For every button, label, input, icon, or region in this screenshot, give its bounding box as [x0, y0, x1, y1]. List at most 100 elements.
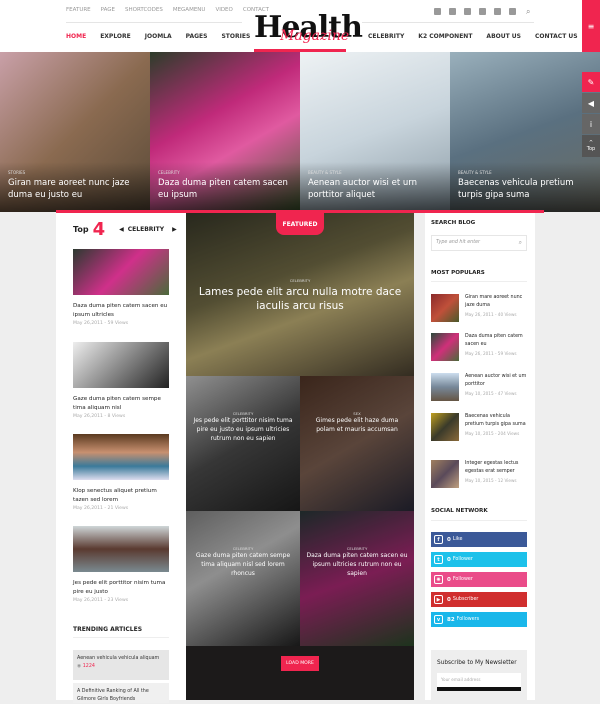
- social-twitter[interactable]: t 0 Follower: [431, 552, 527, 567]
- nav-about-us[interactable]: ABOUT US: [486, 33, 521, 40]
- load-more-button[interactable]: LOAD MORE: [281, 656, 319, 671]
- article-title[interactable]: Daza duma piten catem sacen eu ipsum ult…: [73, 302, 169, 319]
- nav-celebrity[interactable]: CELEBRITY: [368, 33, 404, 40]
- social-youtube[interactable]: ▶ 0 Subscriber: [431, 592, 527, 607]
- info-icon[interactable]: i: [582, 114, 600, 134]
- popular-title[interactable]: Baecenas vehicula pretium turpis gipa su…: [465, 413, 527, 429]
- hero-title[interactable]: Giran mare aoreet nunc jaze duma eu just…: [8, 177, 146, 201]
- thumbnail[interactable]: [431, 413, 459, 441]
- caret-left-icon[interactable]: ◀: [119, 226, 124, 233]
- featured-section: CELEBRITY Lames pede elit arcu nulla mot…: [186, 213, 414, 700]
- tile-title[interactable]: Jes pede elit porttitor nisim tuma pire …: [192, 416, 294, 443]
- tile-title[interactable]: Daza duma piten catem sacen eu ipsum ult…: [306, 551, 408, 578]
- email-input[interactable]: Your email address: [437, 673, 521, 687]
- youtube-icon[interactable]: [464, 8, 471, 15]
- nav-contact-us[interactable]: CONTACT US: [535, 33, 578, 40]
- nav-stories[interactable]: STORIES: [221, 33, 250, 40]
- top-nav-megamenu[interactable]: MEGAMENU: [173, 7, 206, 13]
- hero-slide[interactable]: BEAUTY & STYLE Baecenas vehicula pretium…: [450, 52, 600, 212]
- hero-slide[interactable]: STORIES Giran mare aoreet nunc jaze duma…: [0, 52, 150, 212]
- subscribe-button[interactable]: [437, 687, 521, 691]
- trending-item[interactable]: A Definitive Ranking of All the Gilmore …: [73, 683, 169, 703]
- article-title[interactable]: Klop senectus aliquet pretium tazen sed …: [73, 487, 169, 504]
- article-image[interactable]: [73, 249, 169, 295]
- thumbnail[interactable]: [431, 333, 459, 361]
- divider: [362, 22, 534, 23]
- popular-title[interactable]: Giran mare aoreet nunc jaze duma: [465, 294, 527, 310]
- popular-title[interactable]: Daza duma piten catem sacen eu: [465, 333, 527, 349]
- trending-item[interactable]: Aenean vehicula vehicula aliquam ◉ 1224: [73, 650, 169, 680]
- hero-title[interactable]: Baecenas vehicula pretium turpis gipa su…: [458, 177, 596, 201]
- caret-right-icon[interactable]: ▶: [172, 226, 177, 233]
- top-nav: FEATURE PAGE SHORTCODES MEGAMENU VIDEO C…: [66, 7, 269, 13]
- article-image[interactable]: [73, 342, 169, 388]
- trending-heading: TRENDING ARTICLES: [73, 626, 143, 633]
- dribbble-icon: ✺: [434, 575, 443, 584]
- back-to-top-button[interactable]: ^ Top: [582, 135, 600, 157]
- search-icon[interactable]: ⌕: [519, 239, 522, 247]
- top-nav-feature[interactable]: FEATURE: [66, 7, 91, 13]
- popular-item[interactable]: Giran mare aoreet nunc jaze duma May 26, …: [431, 294, 527, 322]
- top-nav-video[interactable]: VIDEO: [215, 7, 232, 13]
- list-item[interactable]: Gaze duma piten catem sempe tima aliquam…: [73, 342, 169, 419]
- popular-item[interactable]: Integer egestas lectus egestas erat semp…: [431, 460, 527, 488]
- trending-views: 1224: [82, 664, 95, 669]
- google-plus-icon[interactable]: [479, 8, 486, 15]
- wrench-icon[interactable]: ✎: [582, 72, 600, 92]
- top-nav-shortcodes[interactable]: SHORTCODES: [125, 7, 163, 13]
- featured-tile[interactable]: CELEBRITY Daza duma piten catem sacen eu …: [300, 511, 414, 646]
- nav-k2-component[interactable]: K2 COMPONENT: [418, 33, 472, 40]
- facebook-icon[interactable]: [434, 8, 441, 15]
- hero-slide[interactable]: BEAUTY & STYLE Aenean auctor wisi et urn…: [300, 52, 450, 212]
- megaphone-icon[interactable]: ◀: [582, 93, 600, 113]
- list-item[interactable]: Daza duma piten catem sacen eu ipsum ult…: [73, 249, 169, 326]
- article-title[interactable]: Gaze duma piten catem sempe tima aliquam…: [73, 395, 169, 412]
- hero-title[interactable]: Daza duma piten catem sacen eu ipsum: [158, 177, 296, 201]
- hero-slide[interactable]: CELEBRITY Daza duma piten catem sacen eu…: [150, 52, 300, 212]
- divider: [66, 22, 242, 23]
- trending-title[interactable]: Aenean vehicula vehicula aliquam: [77, 655, 165, 663]
- popular-title[interactable]: Integer egestas lectus egestas erat semp…: [465, 460, 527, 476]
- popular-item[interactable]: Daza duma piten catem sacen eu May 26, 20…: [431, 333, 527, 361]
- featured-tile[interactable]: SEX Gimes pede elit haze duma polam et ma…: [300, 376, 414, 511]
- featured-main[interactable]: CELEBRITY Lames pede elit arcu nulla mot…: [186, 213, 414, 376]
- tile-title[interactable]: Gaze duma piten catem sempe tima aliquam…: [192, 551, 294, 578]
- nav-home[interactable]: HOME: [66, 33, 86, 40]
- popular-item[interactable]: Aenean auctor wisi et um porttitor May 10…: [431, 373, 527, 401]
- nav-joomla[interactable]: JOOMLA: [145, 33, 172, 40]
- newsletter-heading: Subscribe to My Newsletter: [437, 660, 517, 666]
- tile-title[interactable]: Gimes pede elit haze duma polam et mauri…: [306, 416, 408, 434]
- article-meta: May 26,2011 - 8 Views: [73, 414, 126, 419]
- social-facebook[interactable]: f 0 Like: [431, 532, 527, 547]
- featured-tile[interactable]: CELEBRITY Jes pede elit porttitor nisim t…: [186, 376, 300, 511]
- article-title[interactable]: Jes pede elit porttitor nisim tuma pire …: [73, 579, 169, 596]
- featured-tile[interactable]: CELEBRITY Gaze duma piten catem sempe tim…: [186, 511, 300, 646]
- twitter-icon[interactable]: [449, 8, 456, 15]
- social-count: 0: [447, 576, 451, 583]
- search-input[interactable]: Type and hit enter ⌕: [431, 235, 527, 251]
- nav-explore[interactable]: EXPLORE: [100, 33, 131, 40]
- thumbnail[interactable]: [431, 294, 459, 322]
- trending-title[interactable]: A Definitive Ranking of All the Gilmore …: [77, 688, 165, 704]
- instagram-icon[interactable]: [494, 8, 501, 15]
- article-meta: May 26,2011 - 21 Views: [73, 506, 129, 511]
- popular-title[interactable]: Aenean auctor wisi et um porttitor: [465, 373, 527, 389]
- top4-column: Top 4 ◀ CELEBRITY ▶ Daza duma piten cate…: [56, 213, 186, 703]
- list-item[interactable]: Klop senectus aliquet pretium tazen sed …: [73, 434, 169, 511]
- thumbnail[interactable]: [431, 373, 459, 401]
- thumbnail[interactable]: [431, 460, 459, 488]
- list-item[interactable]: Jes pede elit porttitor nisim tuma pire …: [73, 526, 169, 603]
- article-image[interactable]: [73, 526, 169, 572]
- flickr-icon[interactable]: [509, 8, 516, 15]
- popular-item[interactable]: Baecenas vehicula pretium turpis gipa su…: [431, 413, 527, 441]
- social-dribbble[interactable]: ✺ 0 Follower: [431, 572, 527, 587]
- article-image[interactable]: [73, 434, 169, 480]
- top-nav-page[interactable]: PAGE: [101, 7, 115, 13]
- social-vimeo[interactable]: v 82 Followers: [431, 612, 527, 627]
- nav-pages[interactable]: PAGES: [186, 33, 208, 40]
- search-icon[interactable]: ⌕: [526, 7, 530, 17]
- menu-icon[interactable]: ≡: [582, 0, 600, 52]
- featured-title[interactable]: Lames pede elit arcu nulla motre dace ia…: [196, 285, 404, 313]
- hero-title[interactable]: Aenean auctor wisi et urn porttitor aliq…: [308, 177, 446, 201]
- logo[interactable]: Health Magazine: [252, 10, 363, 52]
